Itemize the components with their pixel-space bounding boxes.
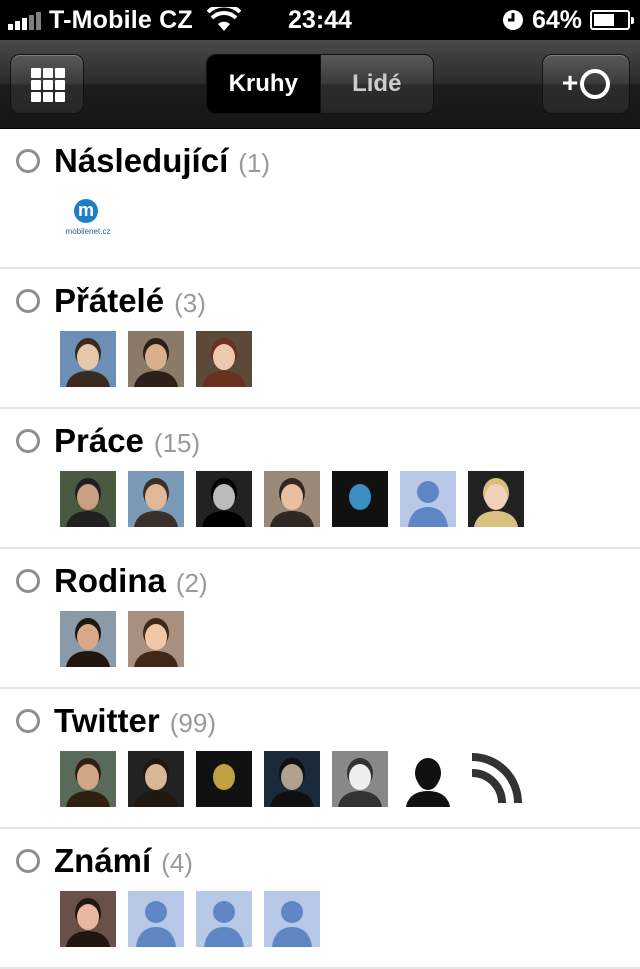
circle-radio-icon[interactable]	[16, 289, 40, 313]
circles-list: Následující (1) m mobilenet.cz Přátelé (3) Prá…	[0, 129, 640, 969]
tab-kruhy[interactable]: Kruhy	[207, 55, 321, 113]
clock-icon	[502, 10, 523, 30]
circle-row[interactable]: Následující (1) m mobilenet.cz	[0, 129, 640, 269]
circle-radio-icon[interactable]	[16, 569, 40, 593]
avatar[interactable]	[196, 471, 252, 527]
avatar[interactable]	[400, 751, 456, 807]
logo-text: mobilenet.cz	[65, 227, 111, 236]
avatar[interactable]	[264, 751, 320, 807]
circle-name: Rodina	[54, 562, 166, 599]
apps-grid-button[interactable]	[10, 54, 84, 114]
avatar[interactable]	[332, 471, 388, 527]
avatar-strip	[60, 611, 196, 667]
circle-radio-icon[interactable]	[16, 709, 40, 733]
plus-label: +	[561, 67, 579, 98]
segmented-control: Kruhy Lidé	[206, 54, 434, 114]
battery-percent: 64%	[531, 5, 582, 34]
circle-row[interactable]: Práce (15)	[0, 409, 640, 549]
circle-row[interactable]: Známí (4)	[0, 829, 640, 969]
circle-name: Známí	[54, 842, 152, 879]
circle-icon	[580, 69, 611, 99]
avatar[interactable]	[196, 331, 252, 387]
avatar[interactable]	[468, 471, 524, 527]
circle-header: Twitter (99)	[16, 701, 216, 741]
circle-count: (4)	[161, 847, 193, 878]
avatar-strip	[60, 751, 536, 807]
circle-radio-icon[interactable]	[16, 429, 40, 453]
add-circle-button[interactable]: +	[542, 54, 630, 114]
circle-header: Známí (4)	[16, 841, 193, 881]
avatar[interactable]	[332, 751, 388, 807]
battery-icon	[590, 10, 634, 30]
toolbar: Kruhy Lidé +	[0, 40, 640, 129]
avatar-strip: m mobilenet.cz	[60, 191, 128, 247]
logo-mark-icon: m	[74, 199, 98, 223]
mobilenet-logo-avatar[interactable]: m mobilenet.cz	[60, 191, 116, 247]
avatar[interactable]	[264, 471, 320, 527]
circle-radio-icon[interactable]	[16, 149, 40, 173]
rss-avatar-icon[interactable]	[468, 751, 524, 807]
avatar[interactable]	[60, 471, 116, 527]
default-avatar-icon[interactable]	[196, 891, 252, 947]
status-bar: T-Mobile CZ 23:44 64%	[0, 0, 640, 40]
avatar[interactable]	[128, 471, 184, 527]
circle-count: (99)	[169, 707, 216, 738]
circle-count: (1)	[238, 147, 271, 178]
circle-name: Práce	[54, 422, 144, 459]
circle-row[interactable]: Rodina (2)	[0, 549, 640, 689]
avatar-strip	[60, 331, 264, 387]
avatar[interactable]	[60, 751, 116, 807]
grid-icon	[31, 68, 65, 102]
circle-header: Práce (15)	[16, 421, 200, 461]
default-avatar-icon[interactable]	[264, 891, 320, 947]
circle-header: Rodina (2)	[16, 561, 208, 601]
circle-name: Následující	[54, 142, 229, 179]
circle-header: Přátelé (3)	[16, 281, 206, 321]
avatar[interactable]	[60, 611, 116, 667]
avatar[interactable]	[128, 331, 184, 387]
circle-count: (3)	[174, 287, 206, 318]
circle-radio-icon[interactable]	[16, 849, 40, 873]
circle-name: Twitter	[54, 702, 160, 739]
default-avatar-icon[interactable]	[128, 891, 184, 947]
avatar-strip	[60, 471, 536, 527]
circle-row[interactable]: Přátelé (3)	[0, 269, 640, 409]
avatar[interactable]	[128, 611, 184, 667]
avatar[interactable]	[60, 891, 116, 947]
circle-count: (15)	[153, 427, 201, 458]
circle-header: Následující (1)	[16, 141, 270, 181]
tab-lide[interactable]: Lidé	[321, 55, 434, 113]
status-right: 64%	[502, 0, 634, 40]
avatar[interactable]	[196, 751, 252, 807]
avatar-strip	[60, 891, 332, 947]
default-avatar-icon[interactable]	[400, 471, 456, 527]
avatar[interactable]	[128, 751, 184, 807]
circle-count: (2)	[175, 567, 208, 598]
circle-name: Přátelé	[54, 282, 165, 319]
circle-row[interactable]: Twitter (99)	[0, 689, 640, 829]
avatar[interactable]	[60, 331, 116, 387]
